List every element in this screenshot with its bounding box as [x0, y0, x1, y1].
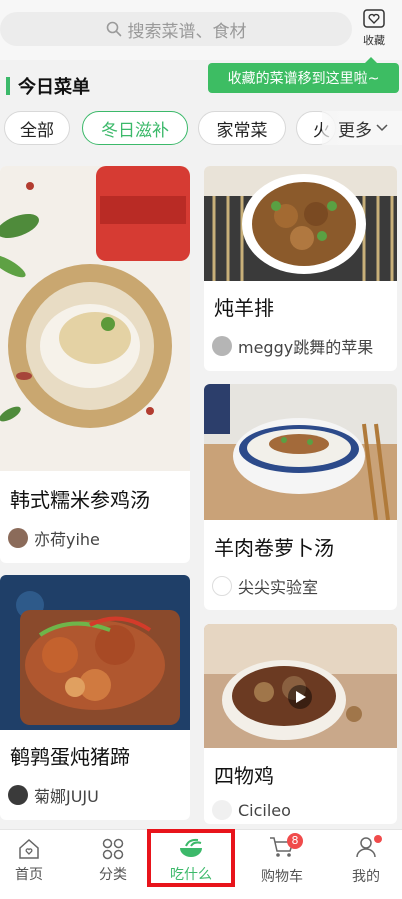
recipe-card[interactable]: 羊肉卷萝卜汤 尖尖实验室 — [204, 384, 397, 610]
author-name: meggy跳舞的苹果 — [238, 338, 374, 357]
nav-label: 分类 — [99, 866, 127, 883]
author-name: 菊娜JUJU — [34, 787, 99, 806]
recipe-image — [0, 166, 190, 471]
section-title: 今日菜单 — [18, 77, 90, 98]
favorites-button[interactable]: 收藏 — [352, 8, 396, 50]
recipe-image — [204, 384, 397, 520]
cart-badge: 8 — [287, 832, 303, 849]
recipe-image — [204, 166, 397, 281]
top-bar: 搜索菜谱、食材 收藏 — [0, 0, 402, 60]
recipe-title: 四物鸡 — [214, 764, 274, 788]
nav-me[interactable]: 我的 — [337, 830, 395, 890]
recipe-card[interactable]: 四物鸡 Cicileo — [204, 624, 397, 824]
recipe-card[interactable]: 炖羊排 meggy跳舞的苹果 — [204, 166, 397, 371]
chip-winter-tonic[interactable]: 冬日滋补 — [82, 111, 188, 145]
search-placeholder: 搜索菜谱、食材 — [127, 21, 247, 42]
cart-icon-wrap: 8 — [269, 832, 303, 863]
chip-label: 全部 — [20, 120, 54, 141]
nav-label: 我的 — [352, 868, 380, 885]
nav-home[interactable]: 首页 — [0, 830, 58, 890]
more-button[interactable]: 更多 — [322, 111, 402, 145]
recipe-title: 韩式糯米参鸡汤 — [10, 488, 150, 512]
section-header: 今日菜单 — [0, 70, 90, 102]
recipe-card[interactable]: 韩式糯米参鸡汤 亦荷yihe — [0, 166, 190, 563]
author-name: Cicileo — [238, 800, 291, 820]
section-accent-bar — [6, 77, 10, 95]
recipe-author[interactable]: 尖尖实验室 — [212, 574, 318, 598]
user-icon-wrap — [354, 834, 382, 863]
more-label: 更多 — [338, 120, 372, 141]
chevron-down-icon — [376, 124, 388, 132]
recipe-title: 鹌鹑蛋炖猪蹄 — [10, 745, 130, 769]
home-icon — [19, 838, 39, 859]
favorites-tooltip[interactable]: 收藏的菜谱移到这里啦~ — [208, 57, 399, 93]
chip-label: 冬日滋补 — [101, 120, 169, 141]
tooltip-text: 收藏的菜谱移到这里啦~ — [227, 71, 380, 87]
notification-dot — [374, 834, 382, 843]
author-name: 亦荷yihe — [34, 530, 100, 549]
nav-category[interactable]: 分类 — [84, 830, 142, 890]
grid-icon — [102, 838, 124, 859]
recipe-image — [204, 624, 397, 748]
avatar — [212, 336, 232, 356]
avatar — [212, 800, 232, 820]
search-bar[interactable]: 搜索菜谱、食材 — [0, 12, 352, 46]
avatar — [8, 528, 28, 548]
chip-all[interactable]: 全部 — [4, 111, 70, 145]
recipe-author[interactable]: 亦荷yihe — [8, 526, 100, 550]
avatar — [212, 576, 232, 596]
chip-home-cooking[interactable]: 家常菜 — [198, 111, 286, 145]
recipe-author[interactable]: Cicileo — [212, 800, 291, 820]
recipe-card[interactable]: 鹌鹑蛋炖猪蹄 菊娜JUJU — [0, 575, 190, 820]
recipe-author[interactable]: 菊娜JUJU — [8, 783, 99, 807]
recipe-title: 羊肉卷萝卜汤 — [214, 536, 334, 560]
recipe-image — [0, 575, 190, 730]
nav-label: 首页 — [15, 866, 43, 883]
nav-cart[interactable]: 8 购物车 — [253, 830, 311, 890]
chip-label: 家常菜 — [216, 120, 268, 141]
recipe-title: 炖羊排 — [214, 296, 274, 320]
active-tab-highlight — [147, 829, 235, 887]
avatar — [8, 785, 28, 805]
category-chips: 全部 冬日滋补 家常菜 火 更多 — [0, 111, 402, 147]
favorites-label: 收藏 — [363, 34, 385, 47]
search-icon — [106, 21, 121, 37]
favorites-icon — [363, 9, 385, 28]
author-name: 尖尖实验室 — [238, 578, 319, 597]
nav-label: 购物车 — [261, 868, 303, 885]
recipe-author[interactable]: meggy跳舞的苹果 — [212, 334, 373, 358]
